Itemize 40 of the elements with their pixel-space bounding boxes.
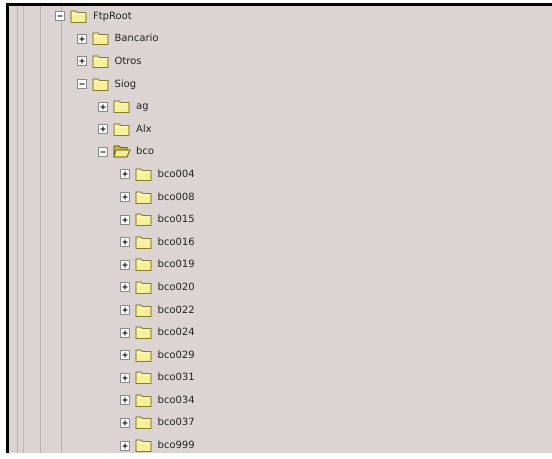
expand-icon[interactable]	[120, 169, 130, 180]
folder-name[interactable]: bco037	[158, 417, 195, 428]
folder-name[interactable]: bco004	[158, 168, 195, 180]
expand-icon[interactable]	[120, 372, 130, 383]
folder-name[interactable]: bco031	[158, 372, 195, 384]
expand-icon[interactable]	[98, 102, 108, 112]
expand-icon[interactable]	[120, 350, 130, 360]
expand-icon[interactable]	[120, 328, 130, 338]
folder-name[interactable]: bco020	[158, 282, 195, 293]
folder-name[interactable]: bco022	[158, 304, 195, 316]
expand-icon[interactable]	[120, 440, 130, 451]
folder-name[interactable]: bco015	[158, 214, 195, 226]
folder-name[interactable]: bco	[136, 146, 154, 158]
folder-name[interactable]: bco029	[158, 350, 195, 361]
expand-icon[interactable]	[76, 56, 86, 66]
folder-name[interactable]: Otros	[114, 56, 142, 67]
expand-icon[interactable]	[98, 124, 108, 134]
expand-icon[interactable]	[120, 260, 130, 270]
folder-name[interactable]: bco016	[158, 236, 195, 248]
folder-name[interactable]: FtpRoot	[93, 10, 132, 22]
expand-icon[interactable]	[120, 282, 130, 292]
expand-icon[interactable]	[76, 34, 86, 44]
folder-name[interactable]: ag	[136, 101, 148, 112]
folder-name[interactable]: bco008	[158, 192, 195, 203]
folder-name[interactable]: bco999	[158, 440, 195, 452]
expand-icon[interactable]	[120, 214, 130, 225]
expand-icon[interactable]	[120, 305, 130, 316]
expand-icon[interactable]	[120, 395, 130, 406]
folder-name[interactable]: Bancario	[114, 33, 158, 44]
folder-name[interactable]: Alx	[136, 124, 152, 135]
folder-name[interactable]: Siog	[114, 78, 136, 90]
folder-name[interactable]: bco024	[158, 327, 195, 338]
expand-icon[interactable]	[120, 418, 130, 428]
expand-icon[interactable]	[120, 192, 130, 202]
collapse-icon[interactable]	[76, 79, 86, 90]
collapse-icon[interactable]	[98, 146, 108, 157]
collapse-icon[interactable]	[55, 11, 65, 22]
folder-name[interactable]: bco034	[158, 394, 195, 406]
folder-name[interactable]: bco019	[158, 259, 195, 270]
expand-icon[interactable]	[120, 237, 130, 248]
